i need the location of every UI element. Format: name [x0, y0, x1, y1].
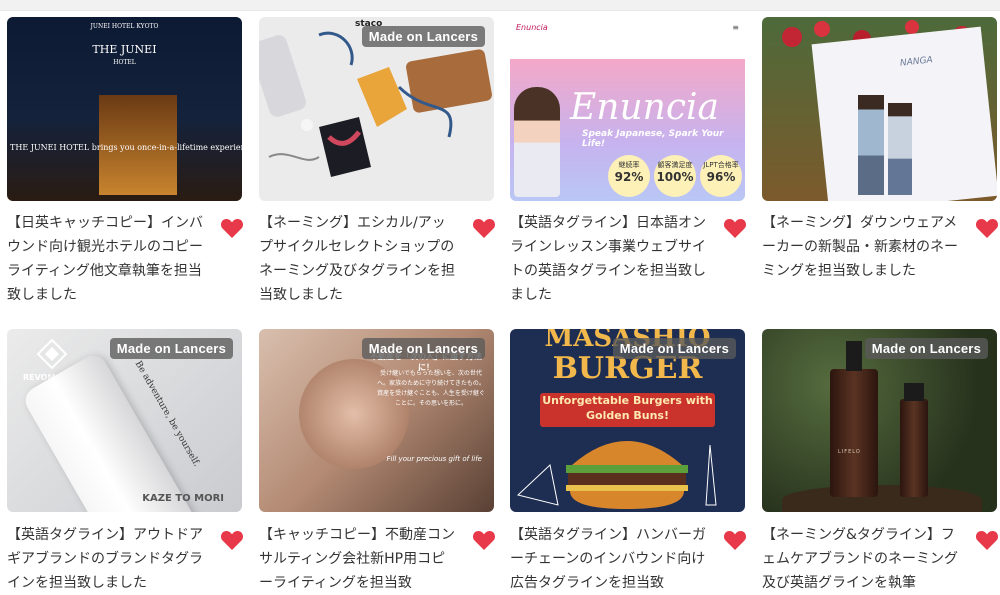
hotel-logo-name: THE JUNEI — [92, 43, 157, 56]
portfolio-thumbnail[interactable]: Enuncia ≡ Enuncia Speak Japanese, Spark … — [510, 17, 745, 201]
burger-slogan: Unforgettable Burgers with Golden Buns! — [540, 393, 715, 427]
revomax-logo-icon — [37, 339, 67, 369]
card-title[interactable]: 【日英キャッチコピー】インバウンド向け観光ホテルのコピーライティング他文章執筆を… — [7, 211, 207, 307]
made-on-lancers-badge: Made on Lancers — [612, 338, 736, 359]
portfolio-thumbnail[interactable]: staco Made on Lancers — [259, 17, 494, 201]
hotel-logo-top: JUNEI HOTEL KYOTO — [90, 23, 159, 30]
card-title[interactable]: 【英語タグライン】日本語オンラインレッスン事業ウェブサイトの英語タグラインを担当… — [510, 211, 710, 307]
card-title[interactable]: 【ネーミング】ダウンウェアメーカーの新製品・新素材のネーミングを担当致しました — [762, 211, 962, 283]
product-label: LIFELO — [838, 449, 861, 455]
enuncia-brand: Enuncia — [570, 87, 719, 128]
english-line: Fill your precious gift of life — [386, 455, 482, 463]
heart-icon[interactable] — [220, 529, 244, 551]
pump-head — [846, 341, 862, 371]
portfolio-thumbnail[interactable]: REVOMAX Be adventure, be yourself. KAZE … — [7, 329, 242, 512]
stat-bubble: JLPT合格率 96% — [700, 155, 742, 197]
heart-icon[interactable] — [975, 529, 999, 551]
heart-icon[interactable] — [723, 529, 747, 551]
small-brand-logo: Enuncia — [516, 23, 548, 32]
card-title[interactable]: 【ネーミング&タグライン】フェムケアブランドのネーミング及び英語グラインを執筆 — [762, 523, 962, 595]
heart-icon[interactable] — [472, 529, 496, 551]
kaze-to-mori-label: KAZE TO MORI — [142, 493, 224, 504]
made-on-lancers-badge: Made on Lancers — [361, 338, 485, 359]
stat-bubble: 顧客満足度 100% — [654, 155, 696, 197]
pump-bottle — [830, 369, 878, 497]
stump — [782, 485, 982, 512]
heart-icon[interactable] — [472, 217, 496, 239]
small-bottle-cap — [904, 383, 924, 401]
portfolio-thumbnail[interactable]: NANGA — [762, 17, 997, 201]
student-figure — [514, 87, 560, 197]
made-on-lancers-badge: Made on Lancers — [864, 338, 988, 359]
card-title[interactable]: 【ネーミング】エシカル/アップサイクルセレクトショップのネーミング及びタグライン… — [259, 211, 459, 307]
card-title[interactable]: 【英語タグライン】ハンバーガーチェーンのインバウンド向け広告タグラインを担当致 — [510, 523, 710, 595]
card-title[interactable]: 【キャッチコピー】不動産コンサルティング会社新HP用コピーライティングを担当致 — [259, 523, 459, 595]
model-figure — [888, 103, 912, 195]
top-bar — [0, 0, 1000, 11]
portfolio-thumbnail[interactable]: JUNEI HOTEL KYOTO THE JUNEI HOTEL THE JU… — [7, 17, 242, 201]
body-copy: 受け継いでもらった想いを、次の世代へ。家族のために守り続けてきたもの。資産を受け… — [377, 370, 485, 407]
portfolio-thumbnail[interactable]: MASASHIO BURGER Unforgettable Burgers wi… — [510, 329, 745, 512]
hotel-logo-sub: HOTEL — [113, 59, 136, 66]
burger-illustration — [516, 441, 717, 509]
hotel-tagline: THE JUNEI HOTEL brings you once-in-a-lif… — [10, 143, 242, 152]
made-on-lancers-badge: Made on Lancers — [109, 338, 233, 359]
made-on-lancers-badge: Made on Lancers — [361, 26, 485, 47]
card-title[interactable]: 【英語タグライン】アウトドアギアブランドのブランドタグラインを担当致しました — [7, 523, 207, 595]
model-figure — [858, 95, 884, 195]
heart-icon[interactable] — [975, 217, 999, 239]
small-bottle — [900, 399, 928, 497]
menu-icon: ≡ — [732, 23, 739, 32]
portfolio-thumbnail[interactable]: LIFELO Made on Lancers — [762, 329, 997, 512]
enuncia-subtitle: Speak Japanese, Spark Your Life! — [582, 129, 724, 149]
heart-icon[interactable] — [723, 217, 747, 239]
portfolio-thumbnail[interactable]: 不動産を「次の人」に渡す方法に！ 受け継いでもらった想いを、次の世代へ。家族のた… — [259, 329, 494, 512]
heart-icon[interactable] — [220, 217, 244, 239]
stat-bubble: 継続率 92% — [608, 155, 650, 197]
